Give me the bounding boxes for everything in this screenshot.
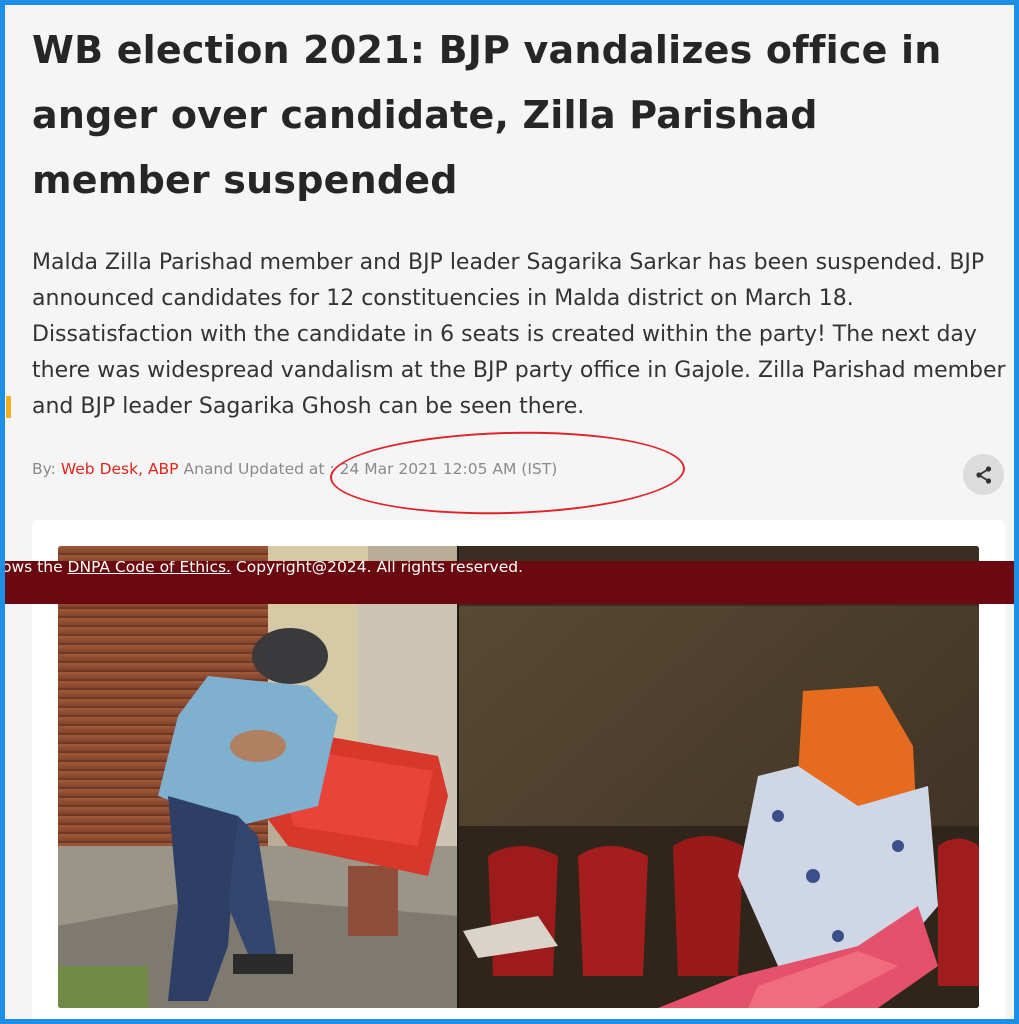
article-photo[interactable]: [58, 546, 979, 1008]
dnpa-code-link[interactable]: DNPA Code of Ethics.: [68, 561, 231, 576]
photo-collage: [58, 546, 979, 1008]
byline-by-label: By:: [32, 460, 56, 478]
byline-author-suffix: Anand: [183, 460, 234, 478]
annotation-ellipse: [328, 427, 687, 519]
byline-updated-label: Updated at :: [238, 460, 335, 478]
copyright-text: ows the DNPA Code of Ethics. Copyright@2…: [5, 561, 523, 576]
author-link[interactable]: Web Desk, ABP: [61, 460, 179, 478]
scroll-indicator: [6, 396, 11, 418]
article-summary: Malda Zilla Parishad member and BJP lead…: [32, 250, 1006, 419]
share-button[interactable]: [963, 454, 1004, 495]
share-icon: [975, 465, 991, 484]
copyright-notice: Copyright@2024. All rights reserved.: [235, 561, 524, 576]
copyright-banner: ows the DNPA Code of Ethics. Copyright@2…: [5, 561, 1014, 604]
article-headline: WB election 2021: BJP vandalizes office …: [32, 28, 942, 202]
banner-prefix: ows the: [5, 561, 63, 576]
